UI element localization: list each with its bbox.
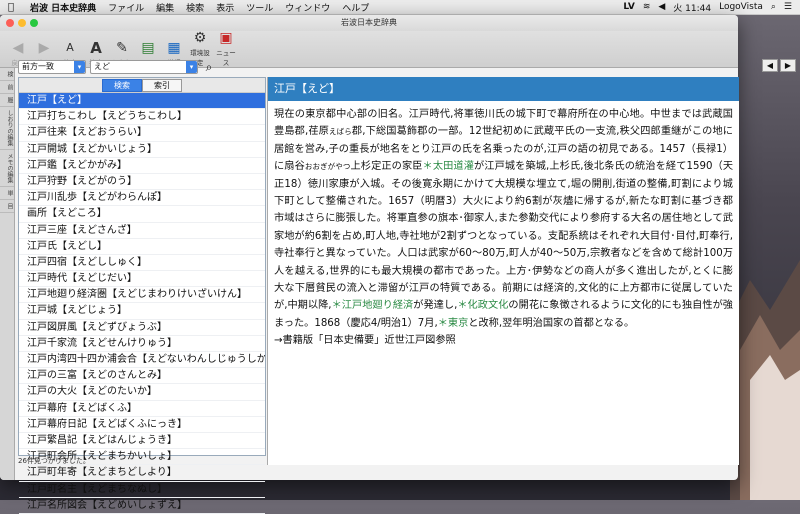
- link-kasei-bunka[interactable]: ＊化政文化: [457, 300, 508, 311]
- list-item[interactable]: 江戸幕府【えどばくふ】: [19, 401, 265, 417]
- word-icon: ▦: [167, 40, 181, 56]
- menu-search[interactable]: 検索: [186, 1, 204, 14]
- news-button[interactable]: ▣ ニュース: [214, 29, 238, 67]
- tab-index[interactable]: 索引: [142, 79, 182, 92]
- menu-app-name[interactable]: 岩波 日本史辞典: [30, 1, 96, 14]
- side-tab-bookmark-edit[interactable]: しおりの編集: [0, 107, 14, 150]
- chevron-down-icon: ▾: [186, 61, 197, 73]
- menu-tools[interactable]: ツール: [246, 1, 273, 14]
- results-list: 江戸【えど】 江戸打ちこわし【えどうちこわし】 江戸往来【えどおうらい】 江戸開城【え…: [19, 93, 265, 514]
- search-query: えど: [94, 62, 110, 71]
- list-item[interactable]: 江戸時代【えどじだい】: [19, 271, 265, 288]
- list-item[interactable]: 江戸四宿【えどししゅく】: [19, 255, 265, 272]
- menu-edit[interactable]: 編集: [156, 1, 174, 14]
- list-item[interactable]: 江戸城【えどじょう】: [19, 303, 265, 320]
- minimize-window-button[interactable]: [18, 19, 26, 27]
- volume-icon[interactable]: ◀: [658, 2, 665, 12]
- page-nav-arrows: ◀ ▶: [762, 59, 796, 72]
- prev-entry-button[interactable]: ◀: [762, 59, 778, 72]
- text-larger-icon: A: [90, 39, 102, 57]
- bookmark-icon: ✎: [116, 40, 128, 56]
- side-tab-word[interactable]: 単: [0, 187, 14, 200]
- gear-icon: ⚙: [193, 30, 207, 46]
- side-tab-history[interactable]: 履: [0, 94, 14, 107]
- desktop-wallpaper: [730, 260, 800, 500]
- menu-help[interactable]: ヘルプ: [342, 1, 369, 14]
- spotlight-icon[interactable]: ⌕: [771, 2, 776, 12]
- side-tab-memo-edit[interactable]: メモの編集: [0, 150, 14, 187]
- search-icon[interactable]: ⌕: [202, 60, 216, 74]
- list-item[interactable]: 江戸名所図会【えどめいしょずえ】: [19, 498, 265, 514]
- list-item[interactable]: 江戸の大火【えどのたいか】: [19, 384, 265, 401]
- tab-search[interactable]: 検索: [102, 79, 142, 92]
- list-item[interactable]: 江戸の三富【えどのさんとみ】: [19, 368, 265, 385]
- zoom-window-button[interactable]: [30, 19, 38, 27]
- search-input[interactable]: えど ▾: [90, 60, 198, 74]
- menu-window[interactable]: ウィンドウ: [285, 1, 330, 14]
- article-pane: 江戸【えど】 現在の東京都中心部の旧名。江戸時代,将軍徳川氏の城下町で幕府所在の…: [267, 77, 739, 465]
- article-heading: 江戸【えど】: [268, 77, 739, 101]
- side-tab-search[interactable]: 検: [0, 68, 14, 81]
- memo-icon: ▤: [141, 40, 155, 56]
- forward-arrow-icon: ▶: [38, 40, 50, 56]
- side-tab-contents[interactable]: 目: [0, 200, 14, 213]
- window-titlebar: 岩波日本史辞典: [0, 15, 738, 31]
- close-window-button[interactable]: [6, 19, 14, 27]
- search-mode-value: 前方一致: [22, 62, 54, 71]
- list-item[interactable]: 江戸川乱歩【えどがわらんぽ】: [19, 190, 265, 207]
- list-item[interactable]: 江戸繁昌記【えどはんじょうき】: [19, 433, 265, 450]
- list-item[interactable]: 江戸地廻り経済圏【えどじまわりけいざいけん】: [19, 287, 265, 304]
- list-item[interactable]: 江戸開城【えどかいじょう】: [19, 142, 265, 158]
- list-item[interactable]: 江戸内湾四十四か浦会合【えどないわんしじゅうしか…: [19, 352, 265, 369]
- apple-menu-icon[interactable]: : [4, 2, 18, 13]
- wifi-icon[interactable]: ≋: [643, 2, 651, 12]
- results-pane: 検索 索引 江戸【えど】 江戸打ちこわし【えどうちこわし】 江戸往来【えどおうらい】…: [18, 77, 266, 514]
- side-tab-previous[interactable]: 前: [0, 81, 14, 94]
- side-tab-bar: 検 前 履 しおりの編集 メモの編集 単 目: [0, 68, 15, 480]
- search-row: 前方一致 ▾ えど ▾ ⌕: [18, 59, 216, 75]
- menu-file[interactable]: ファイル: [108, 1, 144, 14]
- list-item[interactable]: 江戸幕府日記【えどばくふにっき】: [19, 417, 265, 433]
- list-item[interactable]: 江戸町名主【えどまちなぬし】: [19, 482, 265, 498]
- menu-view[interactable]: 表示: [216, 1, 234, 14]
- search-mode-select[interactable]: 前方一致 ▾: [18, 60, 86, 74]
- list-item[interactable]: 江戸氏【えどし】: [19, 239, 265, 255]
- news-icon: ▣: [219, 30, 233, 46]
- next-entry-button[interactable]: ▶: [780, 59, 796, 72]
- list-item[interactable]: 江戸図屏風【えどずびょうぶ】: [19, 320, 265, 336]
- status-bar: 26件見つかりました。: [18, 457, 90, 465]
- results-tabs: 検索 索引: [19, 78, 265, 93]
- lv-status-icon[interactable]: LV: [623, 2, 634, 12]
- chevron-down-icon: ▾: [74, 61, 85, 73]
- link-ota-dokan[interactable]: ＊太田道灌: [423, 161, 474, 172]
- list-item[interactable]: 画所【えどころ】: [19, 206, 265, 223]
- list-item[interactable]: 江戸鑑【えどかがみ】: [19, 158, 265, 174]
- article-body: 現在の東京都中心部の旧名。江戸時代,将軍徳川氏の城下町で幕府所在の中心地。中世ま…: [274, 109, 734, 347]
- window-title: 岩波日本史辞典: [341, 18, 397, 27]
- list-item[interactable]: 江戸三座【えどさんざ】: [19, 223, 265, 239]
- list-item[interactable]: 江戸千家流【えどせんけりゅう】: [19, 336, 265, 352]
- notification-center-icon[interactable]: ☰: [784, 2, 792, 12]
- list-item[interactable]: 江戸打ちこわし【えどうちこわし】: [19, 109, 265, 126]
- list-item[interactable]: 江戸【えど】: [19, 93, 265, 110]
- list-item[interactable]: 江戸狩野【えどがのう】: [19, 174, 265, 191]
- text-smaller-icon: A: [66, 41, 74, 54]
- book-reference: →書籍版「日本史備要」近世江戸図参照: [274, 335, 456, 347]
- macos-menubar:  岩波 日本史辞典 ファイル 編集 検索 表示 ツール ウィンドウ ヘルプ L…: [0, 0, 800, 15]
- clock[interactable]: 火 11:44: [673, 1, 711, 14]
- back-arrow-icon: ◀: [12, 40, 24, 56]
- active-app-name[interactable]: LogoVista: [719, 2, 763, 12]
- link-edo-jimawari-keizai[interactable]: ＊江戸地廻り経済: [332, 300, 414, 311]
- link-tokyo[interactable]: ＊東京: [438, 318, 469, 329]
- list-item[interactable]: 江戸町年寄【えどまちどしより】: [19, 465, 265, 482]
- list-item[interactable]: 江戸往来【えどおうらい】: [19, 125, 265, 142]
